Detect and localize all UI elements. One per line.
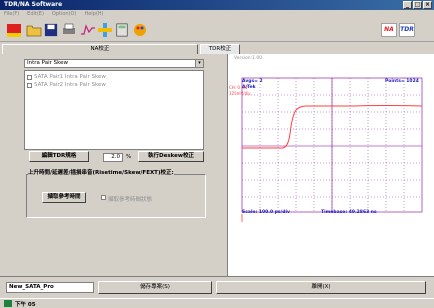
maximize-button[interactable]: □ — [413, 1, 422, 9]
sata-icon[interactable] — [6, 22, 22, 38]
right-panel: Version:1.00 Avgs= 2 Points= 1024 Δ/Tek … — [228, 54, 434, 276]
save-icon[interactable] — [44, 22, 58, 38]
window-controls: _ □ × — [403, 1, 432, 9]
calculator-icon[interactable] — [115, 22, 129, 38]
points-label: Points= 1024 — [385, 79, 419, 84]
skew-input[interactable]: 2.0 — [103, 153, 123, 162]
edit-tdr-spec-button[interactable]: 編輯TDR規格 — [29, 151, 89, 162]
print-icon[interactable] — [61, 22, 77, 38]
waveform-icon[interactable] — [80, 22, 96, 38]
chevron-down-icon[interactable]: ▾ — [195, 60, 203, 67]
taskbar-time: 下午 05 — [15, 302, 36, 308]
taskbar: 下午 05 — [0, 298, 434, 308]
window-title: TDR/NA Software — [4, 1, 63, 8]
start-icon[interactable] — [4, 300, 12, 307]
reference-checkbox[interactable] — [101, 195, 106, 200]
list-item[interactable]: SATA Pair1 Intra Pair Skew — [27, 73, 201, 81]
deskew-button[interactable]: 執行Deskew校正 — [138, 151, 204, 162]
avgs-label: Avgs= 2 — [242, 79, 263, 84]
save-project-button[interactable]: 儲存專案(S) — [98, 281, 212, 294]
checkbox[interactable] — [27, 82, 32, 88]
palette-icon[interactable] — [132, 22, 148, 38]
close-button[interactable]: × — [423, 1, 432, 9]
tdr-waveform-display — [234, 64, 430, 272]
bottom-bar: New_SATA_Pro 儲存專案(S) 離開(X) — [0, 276, 434, 298]
menu-edit[interactable]: Edit(E) — [27, 10, 44, 18]
menu-bar: File(F) Edit(E) Option(O) Help(H) — [0, 10, 434, 18]
checkbox[interactable] — [27, 74, 32, 80]
menu-help[interactable]: Help(H) — [84, 10, 103, 18]
project-name-input[interactable]: New_SATA_Pro — [6, 282, 94, 293]
menu-file[interactable]: File(F) — [4, 10, 19, 18]
tab-bar: NA校正 TDR校正 — [0, 42, 434, 54]
channel-label: CH: 0 mV — [229, 85, 248, 90]
reference-status-label: 擷取參考時間狀態 — [108, 197, 153, 203]
section-title: 上升時間/延遲差/插損串音(Risetime/Skew/FEXT)校正: — [28, 168, 174, 176]
na-mode-button[interactable]: NA — [381, 23, 397, 37]
measurement-select[interactable]: Intra Pair Skew ▾ — [24, 59, 204, 68]
pair-list[interactable]: SATA Pair1 Intra Pair Skew SATA Pair2 In… — [24, 70, 204, 150]
percent-label: % — [126, 154, 132, 160]
list-item-label: SATA Pair1 Intra Pair Skew — [34, 74, 106, 80]
timebase-label: Timebase: 49.2863 ns — [321, 210, 377, 215]
channel-scale-label: 125mV/div — [229, 91, 251, 96]
tab-na-calibration[interactable]: NA校正 — [2, 44, 198, 54]
tdr-mode-button[interactable]: TDR — [399, 23, 415, 37]
scale-label: Scale: 100.0 ps/div — [242, 210, 290, 215]
capture-reference-button[interactable]: 擷取參考時間 — [42, 192, 86, 203]
menu-option[interactable]: Option(O) — [52, 10, 77, 18]
cross-icon[interactable] — [97, 22, 113, 38]
list-item[interactable]: SATA Pair2 Intra Pair Skew — [27, 81, 201, 89]
list-item-label: SATA Pair2 Intra Pair Skew — [34, 82, 106, 88]
left-panel: Intra Pair Skew ▾ SATA Pair1 Intra Pair … — [0, 54, 228, 276]
version-label: Version:1.00 — [234, 56, 263, 61]
exit-button[interactable]: 離開(X) — [216, 281, 426, 294]
minimize-button[interactable]: _ — [403, 1, 412, 9]
measurement-select-value: Intra Pair Skew — [27, 60, 68, 66]
tab-tdr-calibration[interactable]: TDR校正 — [200, 44, 240, 54]
toolbar: NA TDR — [0, 18, 434, 42]
title-bar: TDR/NA Software _ □ × — [0, 0, 434, 10]
open-folder-icon[interactable] — [26, 22, 42, 38]
